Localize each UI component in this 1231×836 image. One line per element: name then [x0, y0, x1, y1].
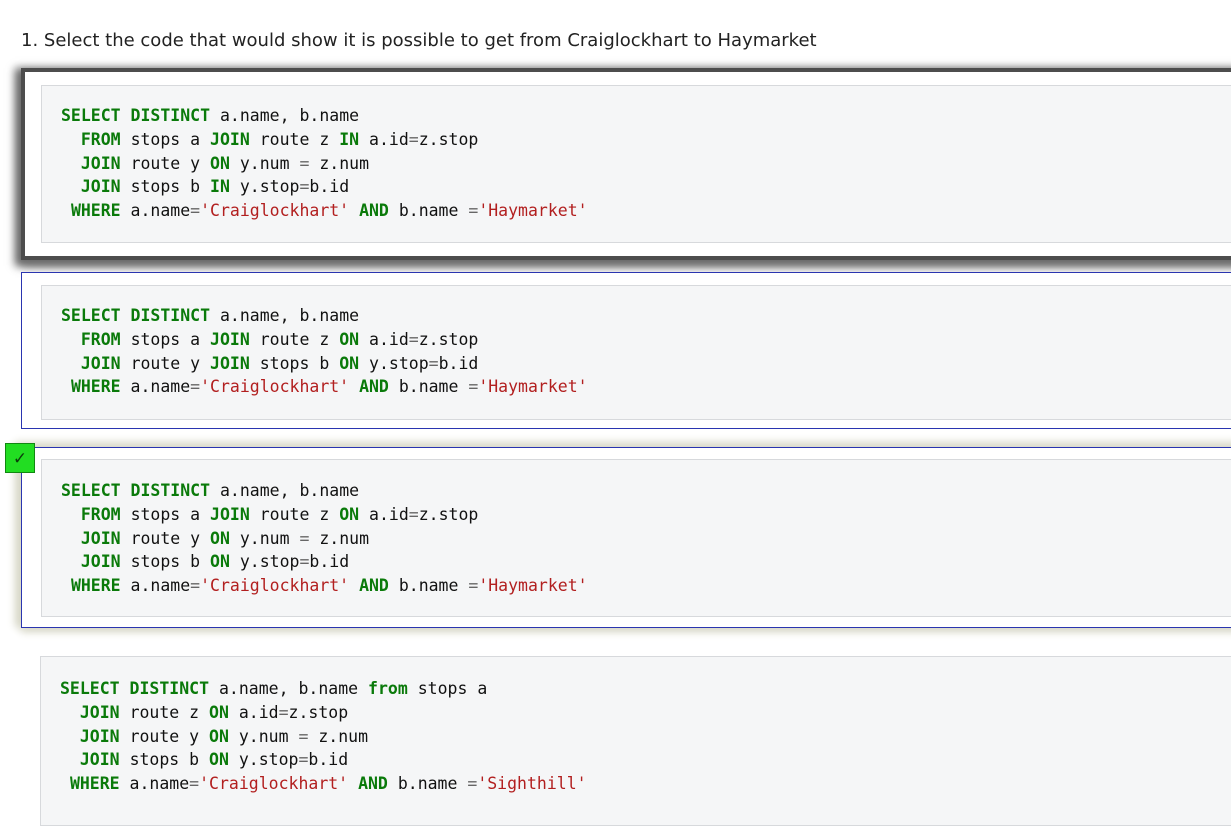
correct-check-icon: ✓: [5, 443, 35, 473]
sql-keyword: SELECT: [60, 679, 120, 698]
string-literal: 'Haymarket': [478, 201, 588, 221]
sql-keyword: WHERE: [70, 377, 121, 397]
sql-code: SELECT DISTINCT a.name, b.name FROM stop…: [61, 106, 588, 221]
answer-option-4[interactable]: SELECT DISTINCT a.name, b.name from stop…: [21, 646, 1231, 836]
sql-keyword: JOIN: [79, 726, 120, 746]
answer-option-3[interactable]: SELECT DISTINCT a.name, b.name FROM stop…: [21, 447, 1231, 628]
sql-keyword: ON: [339, 329, 360, 349]
code-block: SELECT DISTINCT a.name, b.name FROM stop…: [41, 285, 1231, 420]
sql-keyword: JOIN: [80, 353, 121, 373]
sql-code: SELECT DISTINCT a.name, b.name from stop…: [60, 679, 587, 794]
sql-keyword: DISTINCT: [130, 306, 211, 325]
sql-keyword: JOIN: [80, 552, 121, 572]
string-literal: 'Craiglockhart': [200, 576, 350, 596]
answer-option-2[interactable]: SELECT DISTINCT a.name, b.name FROM stop…: [21, 272, 1231, 429]
sql-code: SELECT DISTINCT a.name, b.name FROM stop…: [61, 481, 588, 596]
sql-keyword: ON: [210, 552, 230, 572]
string-literal: 'Craiglockhart': [200, 201, 350, 221]
sql-keyword: JOIN: [79, 702, 120, 722]
sql-keyword: WHERE: [70, 201, 121, 221]
sql-keyword: ON: [209, 726, 229, 746]
sql-keyword: AND: [359, 201, 389, 221]
sql-keyword: DISTINCT: [130, 106, 211, 125]
string-literal: 'Sighthill': [477, 774, 587, 794]
sql-keyword: FROM: [80, 504, 121, 524]
sql-keyword: ON: [339, 504, 360, 524]
sql-keyword: JOIN: [210, 504, 250, 524]
sql-keyword: ON: [339, 353, 360, 373]
string-literal: 'Haymarket': [478, 576, 588, 596]
code-block: SELECT DISTINCT a.name, b.name from stop…: [40, 656, 1231, 826]
sql-keyword: ON: [210, 153, 230, 173]
sql-keyword: JOIN: [79, 750, 120, 770]
sql-keyword: JOIN: [210, 329, 250, 349]
sql-keyword: SELECT: [61, 306, 121, 325]
sql-keyword: SELECT: [61, 106, 121, 125]
answer-option-1[interactable]: SELECT DISTINCT a.name, b.name FROM stop…: [21, 68, 1231, 260]
sql-keyword: WHERE: [69, 774, 120, 794]
sql-keyword: ON: [209, 750, 229, 770]
sql-keyword: DISTINCT: [130, 481, 211, 500]
string-literal: 'Craiglockhart': [199, 774, 349, 794]
sql-keyword: AND: [359, 576, 389, 596]
sql-keyword: JOIN: [210, 129, 250, 149]
sql-keyword: SELECT: [61, 481, 121, 500]
sql-keyword: ON: [210, 528, 230, 548]
sql-keyword: WHERE: [70, 576, 121, 596]
sql-keyword: FROM: [80, 129, 121, 149]
sql-keyword: JOIN: [80, 153, 121, 173]
sql-keyword: FROM: [80, 329, 121, 349]
sql-keyword: IN: [339, 129, 360, 149]
code-block: SELECT DISTINCT a.name, b.name FROM stop…: [41, 85, 1231, 243]
sql-keyword: JOIN: [210, 353, 250, 373]
sql-keyword: JOIN: [80, 528, 121, 548]
sql-keyword: JOIN: [80, 177, 121, 197]
sql-keyword: AND: [358, 774, 388, 794]
string-literal: 'Haymarket': [478, 377, 588, 397]
sql-code: SELECT DISTINCT a.name, b.name FROM stop…: [61, 306, 588, 397]
sql-keyword: DISTINCT: [129, 679, 210, 698]
string-literal: 'Craiglockhart': [200, 377, 350, 397]
sql-keyword: AND: [359, 377, 389, 397]
sql-keyword: IN: [210, 177, 230, 197]
question-text: 1. Select the code that would show it is…: [21, 30, 817, 51]
sql-keyword: from: [368, 679, 408, 698]
sql-keyword: ON: [209, 702, 229, 722]
code-block: SELECT DISTINCT a.name, b.name FROM stop…: [41, 459, 1231, 617]
